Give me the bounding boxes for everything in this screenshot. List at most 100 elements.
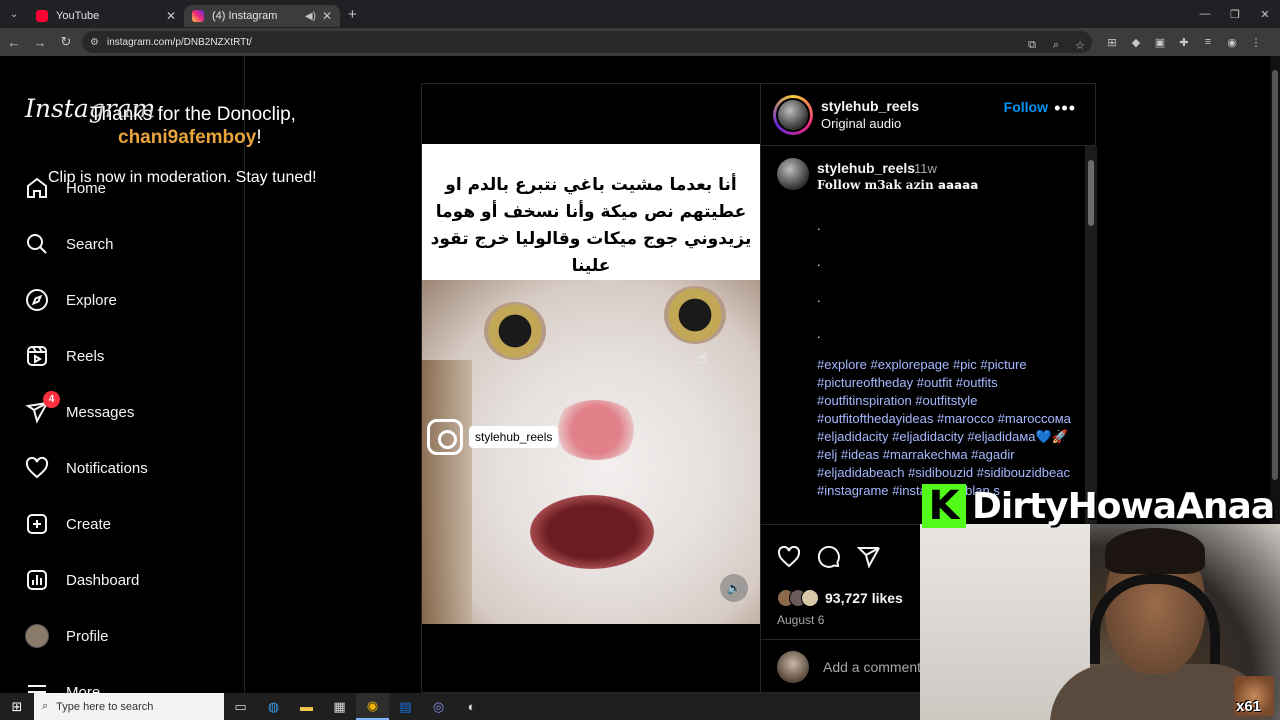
address-bar[interactable]: ⚙ instagram.com/p/DNB2NZXtRTt/ ⧉ ⌕ ☆	[82, 31, 1092, 53]
like-heart-icon[interactable]	[777, 545, 801, 575]
watermark-username: stylehub_reels	[469, 426, 559, 448]
caption-username[interactable]: stylehub_reels	[817, 160, 915, 176]
forward-button[interactable]: →	[28, 30, 52, 54]
streamer-webcam	[920, 524, 1280, 720]
video-watermark: stylehub_reels	[427, 419, 559, 455]
mute-button[interactable]: 🔈	[720, 574, 748, 602]
close-icon[interactable]: ✕	[322, 9, 332, 23]
sidebar-item-label: Notifications	[66, 459, 148, 477]
avatar	[801, 589, 819, 607]
sidebar-item-profile[interactable]: Profile	[24, 621, 109, 651]
windows-taskbar: ⊞ ⌕ Type here to search ▭ ◍ ▬ ▦ ◉ ▤ ◎ ◐	[0, 693, 920, 720]
edge-icon[interactable]: ◍	[257, 693, 290, 720]
puzzle-icon[interactable]: ✚	[1172, 31, 1196, 53]
outlook-icon[interactable]: ▤	[389, 693, 422, 720]
comment-input[interactable]: Add a comment...	[823, 659, 933, 675]
windows-start-icon[interactable]: ⊞	[0, 693, 34, 720]
post-media[interactable]: أنا بعدما مشيت باغي نتبرع بالدم او عطيته…	[422, 84, 760, 692]
discord-icon[interactable]: ◎	[422, 693, 455, 720]
post-date: August 6	[777, 613, 825, 627]
site-info-icon[interactable]: ⚙	[90, 37, 99, 48]
avatar[interactable]	[777, 158, 809, 190]
task-view-icon[interactable]: ▭	[224, 693, 257, 720]
tab-instagram[interactable]: (4) Instagram ◀) ✕	[184, 5, 340, 27]
menu-icon	[24, 679, 50, 693]
browser-tab-bar: ⌄ YouTube ✕ (4) Instagram ◀) ✕ + — ❐ ✕	[0, 0, 1280, 28]
donoclip-alert-user: chani9afemboy!	[118, 127, 262, 148]
bookmark-star-icon[interactable]: ☆	[1068, 34, 1092, 56]
likes-row[interactable]: 93,727 likes	[777, 589, 903, 607]
sidebar-item-explore[interactable]: Explore	[24, 285, 117, 315]
profile-icon[interactable]: ◉	[1220, 31, 1244, 53]
notification-badge: 4	[43, 391, 60, 408]
tab-title: YouTube	[56, 10, 100, 22]
sidebar: Instagram Home Search Explore Reels 4 Me…	[0, 56, 245, 693]
close-window-icon[interactable]: ✕	[1250, 0, 1280, 28]
likes-count[interactable]: 93,727 likes	[825, 590, 903, 606]
dashboard-icon	[24, 567, 50, 593]
sidebar-item-label: Reels	[66, 347, 105, 365]
file-explorer-icon[interactable]: ▬	[290, 693, 323, 720]
sidebar-item-messages[interactable]: 4 Messages	[24, 391, 134, 427]
donoclip-alert-subtitle: Clip is now in moderation. Stay tuned!	[48, 169, 317, 186]
avatar	[777, 650, 809, 683]
tab-youtube[interactable]: YouTube ✕	[28, 5, 184, 27]
post-header: stylehub_reels Original audio Follow •••	[761, 84, 1096, 146]
extension-icon[interactable]: ▣	[1148, 31, 1172, 53]
streamer-name: DirtyHowaAnaa	[972, 485, 1275, 527]
menu-icon[interactable]: ⋮	[1244, 31, 1268, 53]
sidebar-item-search[interactable]: Search	[24, 229, 114, 259]
obs-icon[interactable]: ◐	[455, 693, 488, 720]
taskbar-search[interactable]: ⌕ Type here to search	[34, 693, 224, 720]
post-username[interactable]: stylehub_reels	[821, 98, 919, 114]
caption-dot: .	[817, 326, 821, 341]
back-button[interactable]: ←	[2, 30, 26, 54]
zoom-icon[interactable]: ⌕	[1044, 34, 1068, 56]
chrome-icon[interactable]: ◉	[356, 693, 389, 720]
media-overlay-text: أنا بعدما مشيت باغي نتبرع بالدم او عطيته…	[422, 144, 760, 280]
reading-list-icon[interactable]: ≡	[1196, 31, 1220, 53]
kick-logo-icon: K	[922, 483, 966, 529]
audio-link[interactable]: Original audio	[821, 116, 919, 131]
sidebar-item-notifications[interactable]: Notifications	[24, 453, 148, 483]
translate-icon[interactable]: ⊞	[1100, 31, 1124, 53]
caption-dot: .	[817, 218, 821, 233]
sidebar-item-label: Search	[66, 235, 114, 253]
follow-button[interactable]: Follow	[1004, 99, 1048, 115]
url-text: instagram.com/p/DNB2NZXtRTt/	[106, 36, 252, 48]
speaker-icon[interactable]: ◀)	[305, 11, 316, 22]
sidebar-item-label: Create	[66, 515, 112, 533]
messenger-icon: 4	[24, 391, 60, 425]
new-tab-button[interactable]: +	[348, 6, 357, 23]
restore-icon[interactable]: ❐	[1220, 0, 1250, 28]
heart-icon	[24, 455, 50, 481]
sidebar-item-more[interactable]: More	[24, 677, 100, 693]
story-ring-avatar[interactable]	[773, 94, 813, 135]
hashtags[interactable]: #explore #explorepage #pic #picture #pic…	[817, 356, 1079, 500]
install-app-icon[interactable]: ⧉	[1020, 34, 1044, 56]
sidebar-item-reels[interactable]: Reels	[24, 341, 104, 371]
plus-square-icon	[24, 511, 50, 537]
share-icon[interactable]	[856, 545, 881, 575]
minimize-icon[interactable]: —	[1190, 0, 1220, 28]
more-options-icon[interactable]: •••	[1054, 98, 1076, 119]
browser-toolbar: ← → ↻ ⚙ instagram.com/p/DNB2NZXtRTt/ ⧉ ⌕…	[0, 28, 1280, 56]
store-icon[interactable]: ▦	[323, 693, 356, 720]
window-controls: — ❐ ✕	[1190, 0, 1280, 28]
comment-icon[interactable]	[817, 545, 841, 575]
reload-button[interactable]: ↻	[54, 30, 78, 54]
sidebar-item-dashboard[interactable]: Dashboard	[24, 565, 139, 595]
tab-title: (4) Instagram	[212, 10, 278, 22]
youtube-favicon-icon	[36, 10, 48, 22]
tab-search-button[interactable]: ⌄	[0, 0, 28, 28]
extensions-bar: ⊞ ◆ ▣ ✚ ≡ ◉ ⋮	[1100, 31, 1268, 53]
caption-scrollbar[interactable]	[1085, 146, 1097, 524]
sidebar-item-label: More	[66, 683, 101, 694]
emote-count: x61	[1236, 698, 1262, 715]
sidebar-item-label: Profile	[66, 627, 109, 645]
donoclip-alert-title: Thanks for the Donoclip,	[90, 104, 296, 125]
search-icon: ⌕	[42, 700, 49, 712]
extension-icon[interactable]: ◆	[1124, 31, 1148, 53]
close-icon[interactable]: ✕	[166, 9, 176, 23]
sidebar-item-create[interactable]: Create	[24, 509, 111, 539]
